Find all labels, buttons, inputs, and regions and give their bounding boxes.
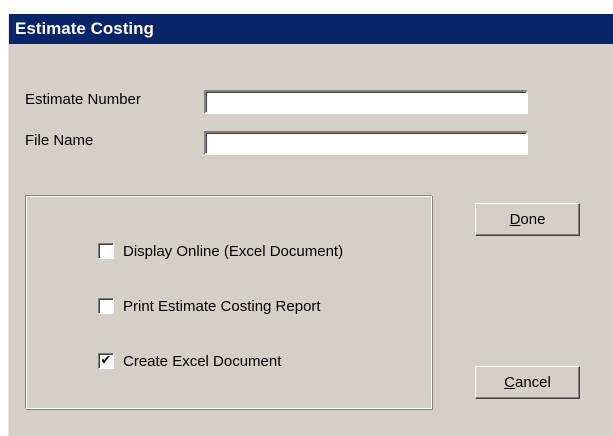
display-online-checkbox[interactable]	[98, 243, 114, 259]
create-excel-option[interactable]: ✔ Create Excel Document	[98, 351, 281, 371]
print-report-label: Print Estimate Costing Report	[123, 297, 321, 315]
done-button[interactable]: Done	[475, 203, 580, 236]
dialog-title: Estimate Costing	[15, 19, 154, 38]
file-name-label: File Name	[25, 132, 94, 149]
print-report-checkbox[interactable]	[98, 298, 114, 314]
done-label-rest: one	[520, 211, 546, 228]
cancel-button[interactable]: Cancel	[475, 366, 580, 399]
display-online-label: Display Online (Excel Document)	[123, 242, 344, 260]
print-report-option[interactable]: Print Estimate Costing Report	[98, 296, 321, 316]
display-online-option[interactable]: Display Online (Excel Document)	[98, 241, 343, 261]
file-name-input[interactable]	[204, 131, 528, 155]
done-mnemonic: D	[509, 211, 521, 228]
estimate-number-input[interactable]	[204, 90, 528, 114]
checkmark-icon: ✔	[100, 353, 112, 368]
estimate-costing-dialog: Estimate Costing Estimate Number File Na…	[8, 14, 613, 436]
create-excel-label: Create Excel Document	[123, 352, 282, 370]
estimate-number-label: Estimate Number	[25, 91, 141, 108]
cancel-mnemonic: C	[504, 374, 515, 391]
output-options-group: Display Online (Excel Document) Print Es…	[25, 195, 432, 409]
create-excel-checkbox[interactable]: ✔	[98, 353, 114, 369]
cancel-label-rest: ancel	[514, 374, 551, 391]
title-bar[interactable]: Estimate Costing	[9, 14, 613, 44]
